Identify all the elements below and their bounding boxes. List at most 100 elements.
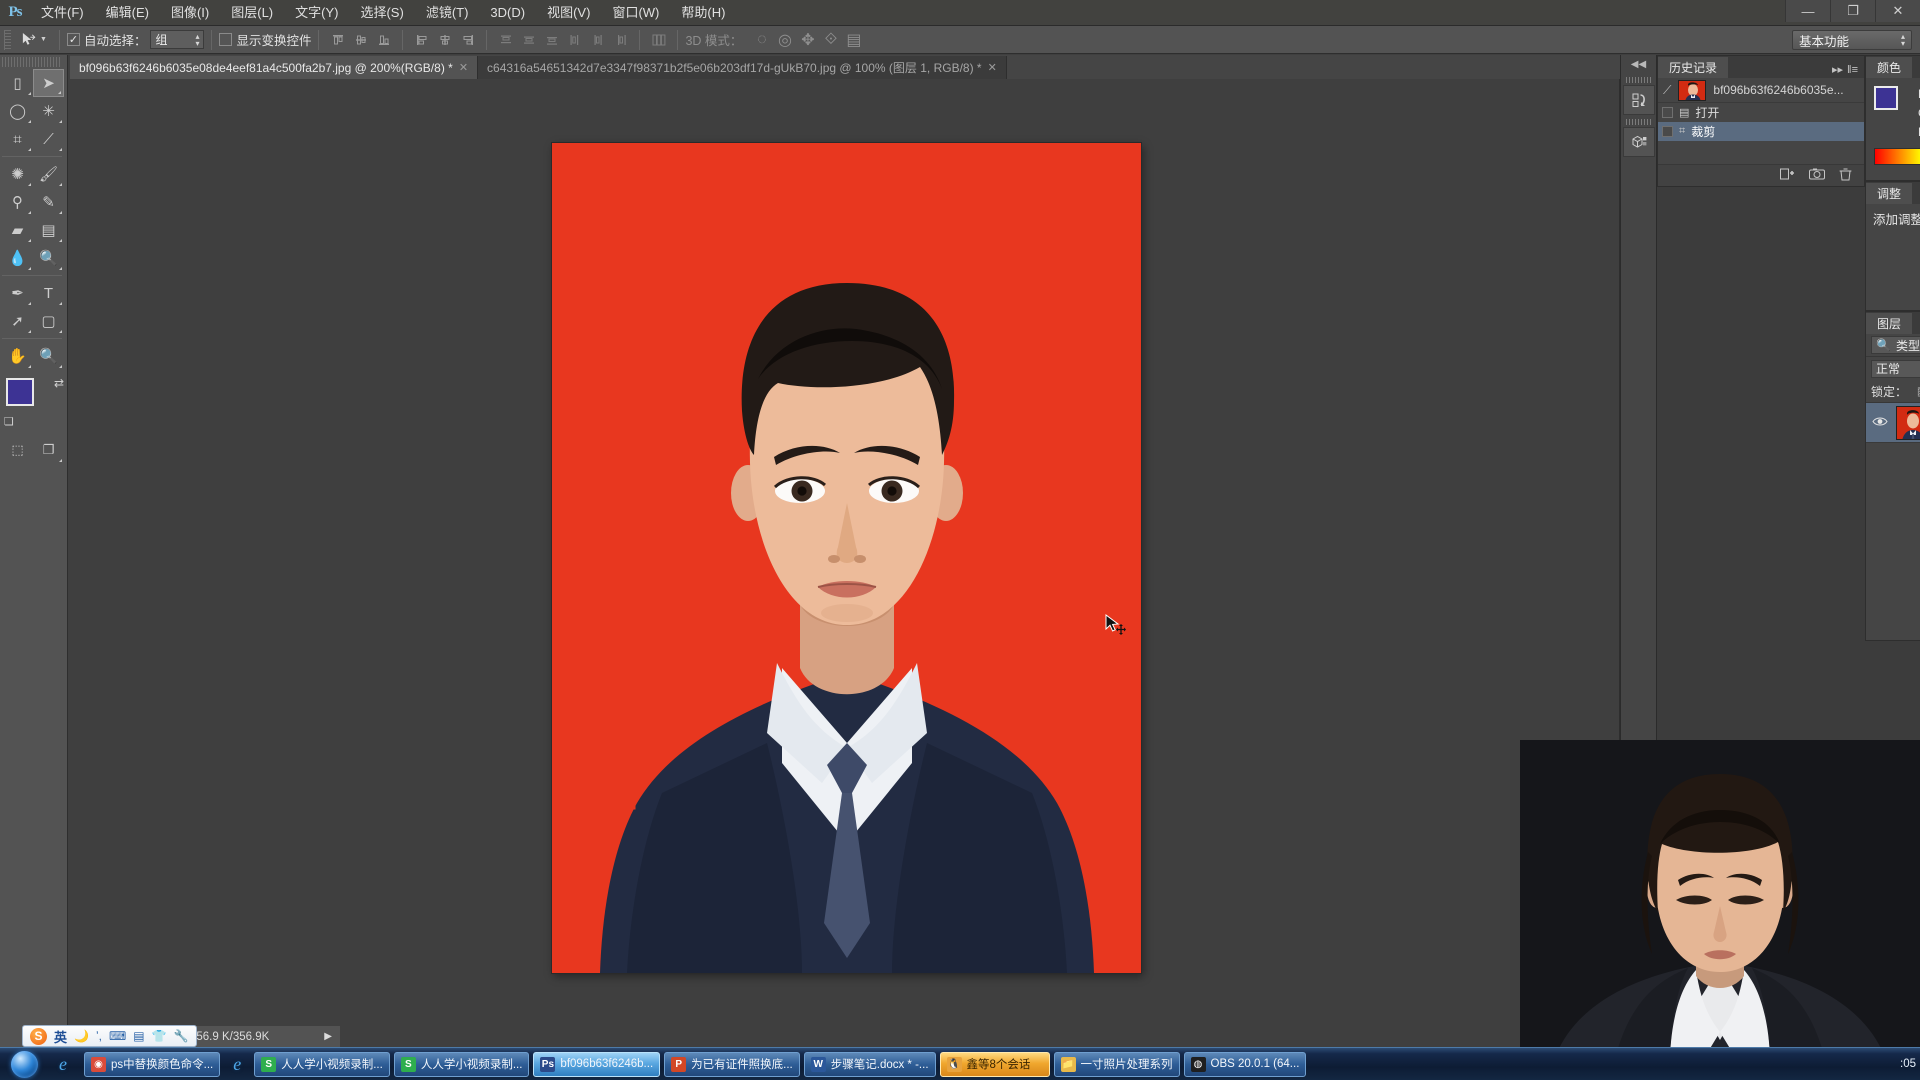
input-box-icon[interactable]: ▤ <box>133 1029 144 1043</box>
hand-tool[interactable]: ✋ <box>2 342 33 370</box>
align-vertical-centers-button[interactable] <box>350 29 371 50</box>
internet-explorer-icon[interactable]: e <box>48 1054 78 1075</box>
screen-mode-icon[interactable]: ❐ <box>33 436 64 464</box>
minimize-button[interactable]: — <box>1785 0 1830 22</box>
rectangle-tool[interactable]: ▢ <box>33 307 64 335</box>
auto-select-checkbox[interactable]: ✓ <box>66 33 80 46</box>
expand-panel-icon[interactable]: ▸▸ <box>1832 63 1843 76</box>
layer-row-background[interactable]: 背景 <box>1866 403 1920 443</box>
crop-tool[interactable]: ⌗ <box>2 125 33 153</box>
3d-panel-icon[interactable] <box>1623 127 1655 157</box>
clone-stamp-tool[interactable]: ⚲ <box>2 188 33 216</box>
punctuation-icon[interactable]: ʼ, <box>96 1029 102 1043</box>
menu-select[interactable]: 选择(S) <box>349 1 414 24</box>
canvas-workspace[interactable] <box>69 79 1620 1023</box>
menu-help[interactable]: 帮助(H) <box>670 1 736 24</box>
menu-file[interactable]: 文件(F) <box>30 1 95 24</box>
distribute-vertical-centers-button[interactable] <box>518 29 539 50</box>
align-horizontal-centers-button[interactable] <box>434 29 455 50</box>
taskbar-button-1[interactable]: ◉ ps中替换颜色命令... <box>84 1051 221 1077</box>
close-button[interactable]: ✕ <box>1875 0 1920 22</box>
menu-filter[interactable]: 滤镜(T) <box>415 1 480 24</box>
taskbar-button-4[interactable]: S 人人学小视频录制... <box>393 1051 530 1077</box>
status-expand-icon[interactable]: ▶ <box>324 1031 332 1042</box>
menu-layer[interactable]: 图层(L) <box>220 1 284 24</box>
menu-edit[interactable]: 编辑(E) <box>95 1 160 24</box>
tool-preset-chevron-icon[interactable]: ▼ <box>40 36 47 43</box>
layer-filter-kind-dropdown[interactable]: 🔍 类型 ▴▾ <box>1871 336 1920 354</box>
color-spectrum-ramp[interactable] <box>1874 148 1920 165</box>
document-tab-1[interactable]: bf096b63f6246b6035e08de4eef81a4c500fa2b7… <box>70 56 479 79</box>
taskbar-button-5[interactable]: Ps bf096b63f6246b... <box>533 1051 661 1077</box>
skin-icon[interactable]: 👕 <box>152 1029 167 1043</box>
toolbox-grip[interactable] <box>2 57 62 67</box>
quick-mask-icon[interactable]: ⬚ <box>2 436 33 464</box>
close-icon[interactable]: ✕ <box>988 61 997 74</box>
panel-menu-icon[interactable]: ‖≡ <box>1847 64 1858 76</box>
taskbar-button-6[interactable]: P 为已有证件照换底... <box>664 1051 800 1077</box>
rail-grip-2[interactable] <box>1625 119 1652 125</box>
slide-3d-object-icon[interactable]: ⟐ <box>820 29 841 50</box>
taskbar-clock[interactable]: :05 <box>1900 1058 1916 1071</box>
auto-select-checkbox-row[interactable]: ✓ 自动选择： <box>66 30 146 49</box>
zoom-tool[interactable]: 🔍 <box>33 342 64 370</box>
distribute-bottom-button[interactable] <box>541 29 562 50</box>
spot-healing-brush-tool[interactable]: ✺ <box>2 160 33 188</box>
taskbar-button-3[interactable]: S 人人学小视频录制... <box>254 1051 390 1077</box>
new-snapshot-icon[interactable] <box>1809 168 1825 183</box>
pen-tool[interactable]: ✒ <box>2 279 33 307</box>
foreground-color-swatch[interactable] <box>1874 86 1898 110</box>
sogou-logo-icon[interactable]: S <box>30 1027 47 1045</box>
moon-icon[interactable]: 🌙 <box>74 1029 89 1043</box>
dodge-tool[interactable]: 🔍 <box>33 244 64 272</box>
menu-image[interactable]: 图像(I) <box>160 1 220 24</box>
collapse-panels-icon[interactable]: ◀◀ <box>1621 55 1656 73</box>
internet-explorer-icon[interactable]: e <box>222 1054 252 1075</box>
rail-grip-1[interactable] <box>1625 77 1652 83</box>
history-snapshot-row[interactable]: ⟋ bf096b63f6246b6035e... <box>1658 78 1864 103</box>
foreground-color-swatch[interactable] <box>6 378 34 406</box>
tab-color[interactable]: 颜色 <box>1866 57 1913 78</box>
align-bottom-edges-button[interactable] <box>373 29 394 50</box>
distribute-horizontal-centers-button[interactable] <box>587 29 608 50</box>
distribute-left-button[interactable] <box>564 29 585 50</box>
magic-wand-tool[interactable]: ✳ <box>33 97 64 125</box>
soft-keyboard-icon[interactable]: ⌨ <box>109 1029 126 1043</box>
align-right-edges-button[interactable] <box>457 29 478 50</box>
mini-bridge-icon[interactable] <box>1623 85 1655 115</box>
move-tool[interactable]: ➤ <box>33 69 64 97</box>
eye-icon[interactable] <box>1872 415 1888 430</box>
menu-window[interactable]: 窗口(W) <box>601 1 670 24</box>
eraser-tool[interactable]: ▰ <box>2 216 33 244</box>
eyedropper-tool[interactable]: ⟋ <box>33 125 64 153</box>
show-transform-controls-row[interactable]: 显示变换控件 <box>219 30 311 49</box>
document-canvas[interactable] <box>552 143 1141 973</box>
blend-mode-dropdown[interactable]: 正常 ▴▾ <box>1871 359 1920 378</box>
history-state-checkbox[interactable] <box>1662 126 1673 137</box>
swap-colors-icon[interactable]: ⇄ <box>54 376 64 390</box>
horizontal-type-tool[interactable]: T <box>33 279 64 307</box>
distribute-top-button[interactable] <box>495 29 516 50</box>
document-tab-2[interactable]: c64316a54651342d7e3347f98371b2f5e06b203d… <box>478 56 1007 79</box>
path-selection-tool[interactable]: ➚ <box>2 307 33 335</box>
settings-wrench-icon[interactable]: 🔧 <box>174 1029 189 1043</box>
tab-swatches[interactable]: 色板 <box>1912 57 1920 78</box>
default-colors-icon[interactable]: ❏ <box>4 415 14 428</box>
close-icon[interactable]: ✕ <box>459 61 468 74</box>
move-tool-icon[interactable] <box>16 29 40 51</box>
auto-select-scope-dropdown[interactable]: 组 ▴ ▾ <box>150 30 205 49</box>
history-state-checkbox[interactable] <box>1662 107 1673 118</box>
tab-styles[interactable]: 样式 <box>1912 183 1920 204</box>
taskbar-button-9[interactable]: 📁 一寸照片处理系列 <box>1053 1051 1180 1077</box>
delete-state-icon[interactable] <box>1839 168 1852 184</box>
history-brush-source-icon[interactable]: ⟋ <box>1663 83 1671 98</box>
menu-view[interactable]: 视图(V) <box>536 1 601 24</box>
rotate-3d-object-icon[interactable]: ◌ <box>751 29 772 50</box>
align-top-edges-button[interactable] <box>327 29 348 50</box>
menu-type[interactable]: 文字(Y) <box>284 1 349 24</box>
rectangular-marquee-tool[interactable]: ▯ <box>2 69 33 97</box>
roll-3d-object-icon[interactable]: ◎ <box>774 29 795 50</box>
taskbar-button-10[interactable]: ◍ OBS 20.0.1 (64... <box>1183 1051 1307 1077</box>
drag-3d-object-icon[interactable]: ✥ <box>797 29 818 50</box>
options-bar-grip[interactable] <box>4 29 11 50</box>
